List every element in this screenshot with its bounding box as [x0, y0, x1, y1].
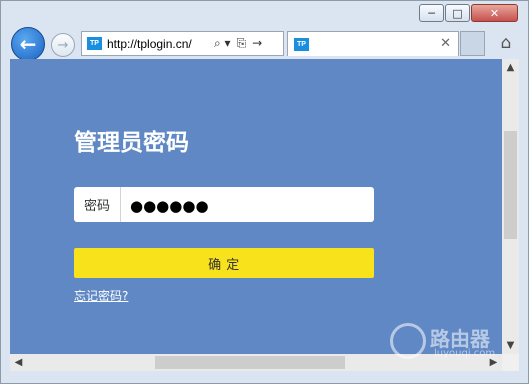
password-input[interactable] — [128, 194, 362, 217]
vertical-scroll-thumb[interactable] — [504, 131, 517, 239]
forward-button[interactable]: → — [51, 33, 75, 57]
close-tab-icon[interactable]: ✕ — [440, 36, 451, 51]
new-tab-button[interactable] — [460, 31, 485, 56]
browser-toolbar: ← → TP http://tplogin.cn/ ⌕ ▾ ⎘ → TP ✕ ⌂ — [1, 25, 528, 61]
watermark-domain: luyouqi.com — [434, 348, 496, 359]
page-content: 管理员密码 密码 确 定 忘记密码? — [10, 59, 502, 354]
address-url[interactable]: http://tplogin.cn/ — [107, 37, 192, 51]
password-label: 密码 — [74, 187, 121, 222]
router-logo-icon — [390, 323, 426, 359]
scroll-left-icon[interactable]: ◀ — [10, 354, 27, 371]
search-icon[interactable]: ⌕ ▾ — [214, 36, 231, 51]
confirm-button[interactable]: 确 定 — [74, 248, 374, 278]
tab-favicon-icon: TP — [294, 38, 309, 51]
page-title: 管理员密码 — [74, 130, 189, 156]
back-button[interactable]: ← — [11, 27, 45, 61]
minimize-button[interactable]: ─ — [419, 4, 444, 22]
forgot-password-link[interactable]: 忘记密码? — [74, 287, 128, 304]
title-bar: ─ □ ✕ — [1, 1, 528, 25]
address-actions: ⌕ ▾ ⎘ → — [214, 36, 262, 51]
close-window-button[interactable]: ✕ — [471, 4, 518, 22]
watermark: 路由器 luyouqi.com — [390, 323, 515, 363]
compatibility-view-icon[interactable]: ⎘ — [237, 36, 247, 51]
scroll-up-icon[interactable]: ▲ — [502, 59, 519, 76]
browser-window: ─ □ ✕ ← → TP http://tplogin.cn/ ⌕ ▾ ⎘ → … — [0, 0, 529, 384]
password-field-group: 密码 — [74, 187, 374, 222]
go-icon[interactable]: → — [252, 36, 262, 51]
vertical-scrollbar[interactable]: ▲ ▼ — [502, 59, 519, 354]
address-bar[interactable]: TP http://tplogin.cn/ ⌕ ▾ ⎘ → — [81, 31, 284, 56]
maximize-button[interactable]: □ — [445, 4, 470, 22]
tp-favicon-icon: TP — [87, 37, 102, 50]
home-icon[interactable]: ⌂ — [494, 31, 518, 55]
horizontal-scroll-thumb[interactable] — [155, 356, 345, 369]
tab-tplogin[interactable]: TP ✕ — [287, 31, 459, 56]
